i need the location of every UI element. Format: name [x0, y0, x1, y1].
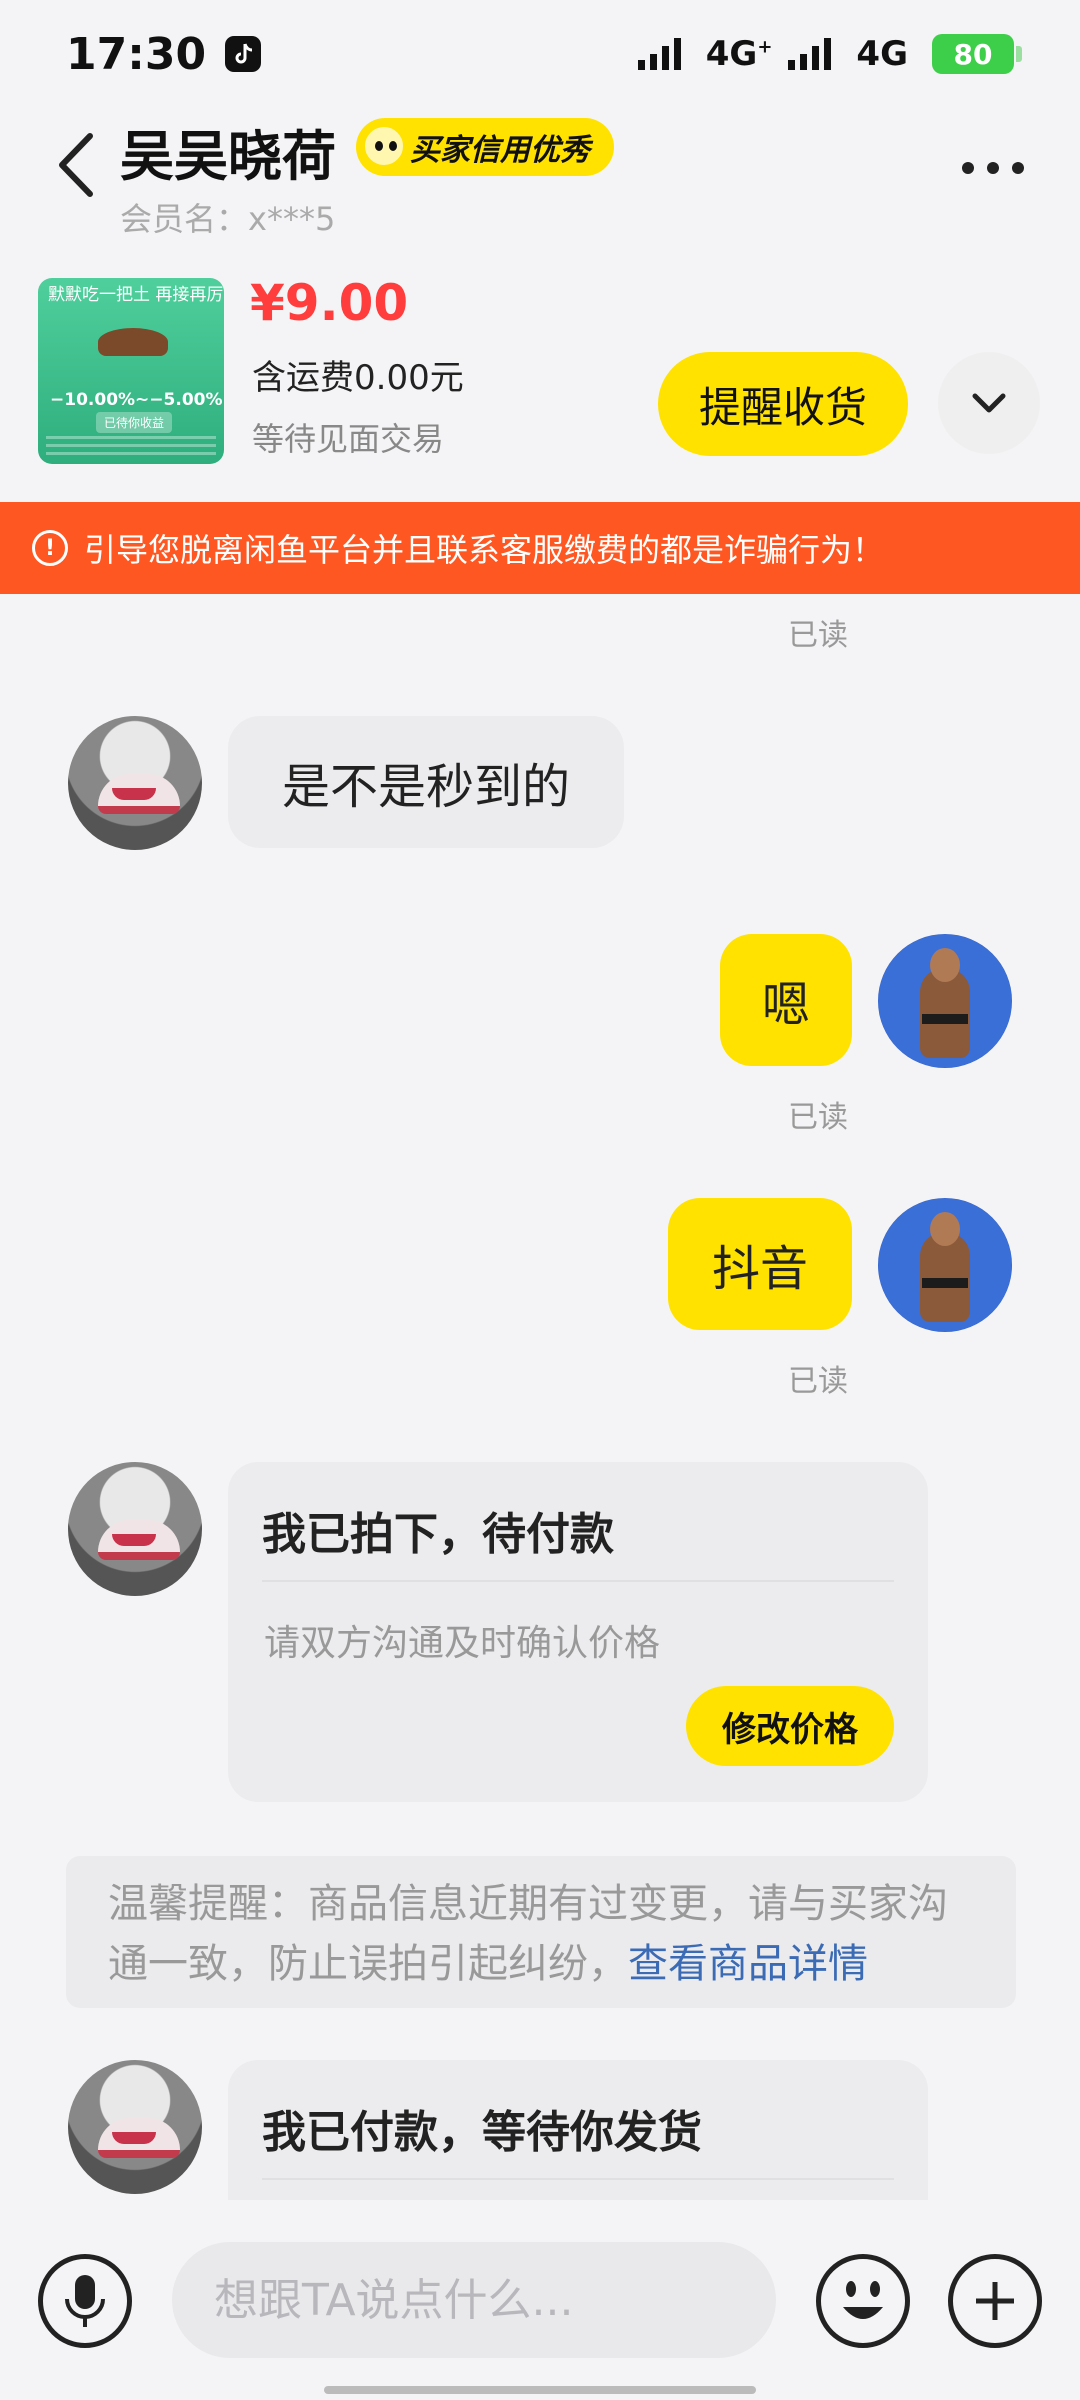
exclamation-icon: ! — [32, 530, 68, 566]
badge-face-icon — [362, 124, 406, 168]
my-avatar[interactable] — [878, 1198, 1012, 1332]
more-options-icon[interactable] — [958, 148, 1028, 188]
order-card-title: 我已付款，等待你发货 — [262, 2107, 702, 2158]
product-thumbnail[interactable]: 默默吃一把土 再接再厉 −10.00%~−5.00% 已待你收益 — [38, 278, 224, 464]
read-receipt: 已读 — [788, 1100, 848, 1135]
remind-receipt-button[interactable]: 提醒收货 — [658, 352, 908, 456]
message-bubble[interactable]: 是不是秒到的 — [228, 716, 624, 848]
contact-avatar[interactable] — [68, 716, 202, 850]
divider — [262, 1580, 894, 1582]
thumb-chip: 已待你收益 — [96, 412, 173, 433]
battery-icon: 80 — [932, 34, 1022, 74]
message-input[interactable] — [172, 2242, 776, 2358]
view-item-details-link[interactable]: 查看商品详情 — [628, 1941, 868, 1987]
status-bar: 17:30 4G+ 4G 80 — [0, 0, 1080, 108]
buyer-credit-badge[interactable]: 买家信用优秀 — [356, 118, 614, 176]
microphone-icon — [65, 2275, 105, 2327]
product-card[interactable]: 默默吃一把土 再接再厉 −10.00%~−5.00% 已待你收益 ¥9.00 含… — [0, 268, 1080, 468]
reminder-notice: 温馨提醒：商品信息近期有过变更，请与买家沟通一致，防止误拍引起纠纷，查看商品详情 — [66, 1856, 1016, 2008]
voice-button[interactable] — [38, 2254, 132, 2348]
divider — [262, 2178, 894, 2180]
shipping-fee: 含运费0.00元 — [252, 358, 464, 398]
signal-icon-2 — [788, 38, 832, 70]
message-bubble[interactable]: 抖音 — [668, 1198, 852, 1330]
order-status-card[interactable]: 我已拍下，待付款 请双方沟通及时确认价格 修改价格 — [228, 1462, 928, 1802]
read-receipt: 已读 — [788, 1364, 848, 1399]
modify-price-button[interactable]: 修改价格 — [686, 1686, 894, 1766]
signal-icon — [637, 38, 681, 70]
back-arrow-icon[interactable] — [52, 130, 102, 200]
order-card-title: 我已拍下，待付款 — [262, 1509, 614, 1560]
chat-header: 吴吴晓荷 买家信用优秀 会员名：x***5 — [0, 108, 1080, 238]
chevron-down-icon — [972, 393, 1006, 413]
network-type-1: 4G+ — [705, 34, 773, 74]
member-name: 会员名：x***5 — [120, 200, 336, 238]
warning-text: 引导您脱离闲鱼平台并且联系客服缴费的都是诈骗行为！ — [84, 531, 885, 569]
thumb-caption: 默默吃一把土 再接再厉 — [48, 285, 224, 305]
contact-avatar[interactable] — [68, 1462, 202, 1596]
status-indicators: 4G+ 4G 80 — [636, 34, 1022, 74]
my-avatar[interactable] — [878, 934, 1012, 1068]
message-input-bar — [0, 2200, 1080, 2400]
tiktok-icon — [225, 36, 262, 72]
product-price: ¥9.00 — [250, 274, 409, 332]
expand-button[interactable] — [938, 352, 1040, 454]
status-time: 17:30 — [66, 28, 207, 80]
credit-badge-label: 买家信用优秀 — [410, 133, 590, 168]
emoji-button[interactable] — [816, 2254, 910, 2348]
dirt-pile-graphic — [98, 328, 168, 356]
message-bubble[interactable]: 嗯 — [720, 934, 852, 1066]
contact-name[interactable]: 吴吴晓荷 — [120, 112, 336, 191]
plus-icon — [976, 2282, 1014, 2320]
more-actions-button[interactable] — [948, 2254, 1042, 2348]
contact-avatar[interactable] — [68, 2060, 202, 2194]
home-indicator[interactable] — [324, 2386, 756, 2394]
fraud-warning-banner: ! 引导您脱离闲鱼平台并且联系客服缴费的都是诈骗行为！ — [0, 502, 1080, 594]
thumb-percent: −10.00%~−5.00% — [50, 390, 223, 410]
read-receipt: 已读 — [788, 618, 848, 653]
network-type-2: 4G — [856, 34, 908, 74]
trade-status: 等待见面交易 — [252, 420, 445, 458]
thumb-fine-print — [46, 436, 216, 456]
order-status-card[interactable]: 我已付款，等待你发货 — [228, 2060, 928, 2200]
order-card-subtitle: 请双方沟通及时确认价格 — [264, 1623, 661, 1664]
smiley-icon — [843, 2281, 883, 2319]
